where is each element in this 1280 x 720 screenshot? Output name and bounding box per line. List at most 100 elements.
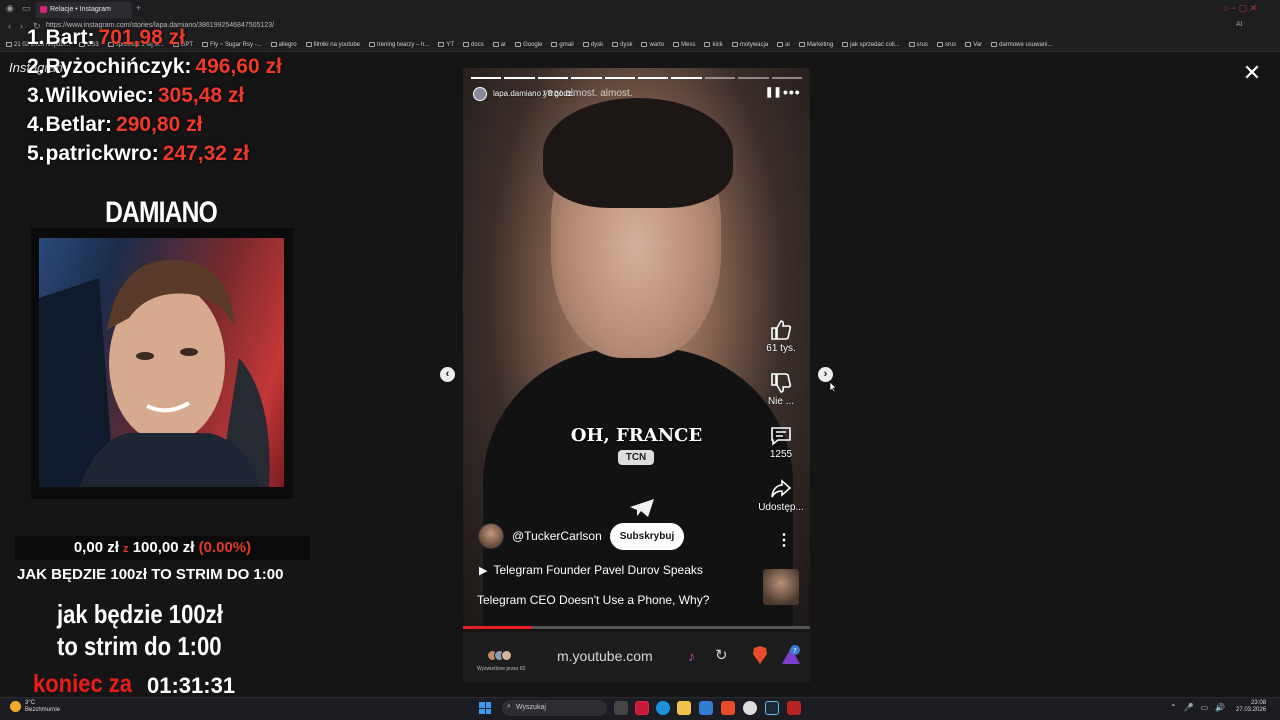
edge-icon[interactable] [656, 701, 670, 715]
close-story-button[interactable]: ✕ [1242, 62, 1262, 84]
leaderboard-name: Bart: [45, 25, 95, 49]
pause-icon[interactable]: ❚❚ [765, 87, 782, 98]
bookmark-item[interactable]: Mess [673, 42, 695, 48]
mobile-reload-icon[interactable]: ↻ [715, 646, 728, 664]
browser-menu-icon[interactable]: ◉ [6, 3, 14, 14]
leaderboard-row: 5. patrickwro: 247,32 zł [27, 139, 282, 168]
sun-icon [10, 701, 21, 712]
mobile-url[interactable]: m.youtube.com [557, 648, 653, 664]
bookmark-item[interactable]: trening twarzy – h... [369, 42, 429, 48]
author-avatar[interactable] [473, 87, 487, 101]
taskbar-search[interactable]: ⌕ Wyszukaj [502, 700, 607, 716]
next-story-button[interactable]: › [818, 367, 833, 382]
bookmark-label: YT [446, 41, 455, 48]
story-viewer[interactable]: lapa.damiano / 8 godz. year almost. almo… [463, 68, 810, 630]
folder-icon [704, 42, 711, 47]
channel-name[interactable]: @TuckerCarlson [512, 529, 602, 543]
like-count: 61 tys. [766, 343, 796, 354]
chrome-icon[interactable] [743, 701, 757, 715]
story-top-caption: year almost. almost. [543, 88, 633, 99]
comments-button[interactable]: 1255 [751, 426, 810, 460]
folder-icon [991, 42, 998, 47]
bookmark-item[interactable]: dysk [582, 42, 603, 48]
app-icon[interactable] [787, 701, 801, 715]
ai-button[interactable]: AI [1236, 21, 1243, 28]
task-view-icon[interactable] [614, 701, 628, 715]
folder-icon [492, 42, 499, 47]
clock-date: 27.03.2026 [1236, 707, 1267, 713]
tab-instagram[interactable]: Relacje • Instagram [36, 2, 132, 18]
bookmark-item[interactable]: Marketing [798, 42, 833, 48]
leaderboard-name: Ryżochińczyk: [45, 54, 192, 78]
thumbs-up-icon [771, 320, 792, 340]
leaderboard-name: patrickwro: [45, 141, 159, 165]
bookmark-item[interactable]: kick [704, 42, 723, 48]
start-button[interactable] [479, 702, 491, 714]
like-button[interactable]: 61 tys. [751, 320, 810, 354]
clock[interactable]: 23:08 27.03.2026 [1236, 700, 1266, 714]
new-tab-button[interactable]: + [136, 3, 141, 13]
window-controls[interactable]: ○ − ▢ ✕ [1223, 3, 1257, 14]
leaderboard-rank: 3. [27, 83, 45, 107]
folder-icon [936, 42, 943, 47]
music-icon[interactable]: ♪ [688, 648, 695, 664]
back-icon[interactable]: ‹ [8, 21, 11, 31]
leaderboard-row: 2. Ryżochińczyk: 496,60 zł [27, 52, 282, 81]
bookmark-item[interactable]: Google [515, 42, 542, 48]
viewers-avatars[interactable] [487, 650, 517, 662]
store-icon[interactable] [699, 701, 713, 715]
bookmark-label: Var [973, 41, 983, 48]
channel-avatar[interactable] [478, 523, 504, 549]
previous-story-button[interactable]: ‹ [440, 367, 455, 382]
bookmark-item[interactable]: dysk [612, 42, 632, 48]
bookmark-item[interactable]: motywacja [731, 42, 768, 48]
folder-icon [731, 42, 738, 47]
tab-list-icon[interactable]: ▭ [22, 3, 31, 14]
file-explorer-icon[interactable] [677, 701, 691, 715]
opera-icon[interactable] [635, 701, 649, 715]
donation-leaderboard: 1. Bart: 701,98 zł 2. Ryżochińczyk: 496,60 zł… [27, 23, 282, 168]
story-progress-segment [571, 77, 602, 79]
bookmark-label: dysk [620, 41, 633, 48]
weather-widget[interactable]: 3°C Bezchmurnie [10, 700, 60, 714]
forward-icon[interactable]: › [20, 21, 23, 31]
streamer-name: DAMIANO [105, 196, 218, 229]
share-button[interactable]: Udostęp... [751, 479, 810, 513]
bookmark-item[interactable]: warto [641, 42, 664, 48]
bookmark-item[interactable]: jak sprzedać coli... [842, 42, 900, 48]
related-video-thumbnail[interactable] [763, 569, 799, 605]
subscribe-button[interactable]: Subskrybuj [610, 523, 684, 550]
video-progress-bar[interactable] [463, 626, 810, 629]
bookmark-item[interactable]: ar [492, 41, 507, 48]
bookmark-label: ar [500, 41, 507, 48]
tcn-logo: TCN [618, 450, 654, 465]
bookmark-item[interactable]: darmowe usuwani... [991, 42, 1052, 48]
leaderboard-rank: 2. [27, 54, 45, 78]
bookmark-item[interactable]: Var [965, 42, 982, 48]
story-progress-segment [771, 77, 803, 79]
weather-desc: Bezchmurnie [25, 707, 61, 713]
bookmark-item[interactable]: srus [936, 42, 956, 48]
webcam-feed [39, 238, 284, 487]
video-more-icon[interactable]: ⋮ [776, 530, 792, 550]
dislike-button[interactable]: Nie ... [751, 373, 810, 407]
bookmark-item[interactable]: gmail [551, 42, 574, 48]
extension-icon[interactable]: ? [780, 644, 802, 666]
brave-taskbar-icon[interactable] [721, 701, 735, 715]
bookmark-item[interactable]: filmiki na youtube [305, 42, 360, 48]
more-options-icon[interactable]: ••• [783, 84, 801, 100]
viewers-label[interactable]: Wyświetlone przez 82 [477, 666, 526, 672]
video-person-shirt [483, 348, 793, 630]
system-tray[interactable]: ⌃ 🎤 ▭ 🔊 [1170, 703, 1225, 712]
tab-title: Relacje • Instagram [50, 6, 111, 13]
bookmark-label: darmowe usuwani... [999, 41, 1053, 48]
steam-icon[interactable] [765, 701, 779, 715]
bookmark-item[interactable]: docs [463, 42, 484, 48]
bookmark-item[interactable]: ai [777, 42, 790, 48]
video-title[interactable]: ▶ Telegram Founder Pavel Durov Speaks [479, 563, 703, 577]
bookmark-label: ai [785, 41, 790, 48]
brave-icon[interactable] [752, 646, 768, 664]
bookmark-item[interactable]: srus [908, 42, 928, 48]
bookmark-item[interactable]: YT [438, 42, 454, 48]
story-progress-segment [671, 77, 702, 79]
